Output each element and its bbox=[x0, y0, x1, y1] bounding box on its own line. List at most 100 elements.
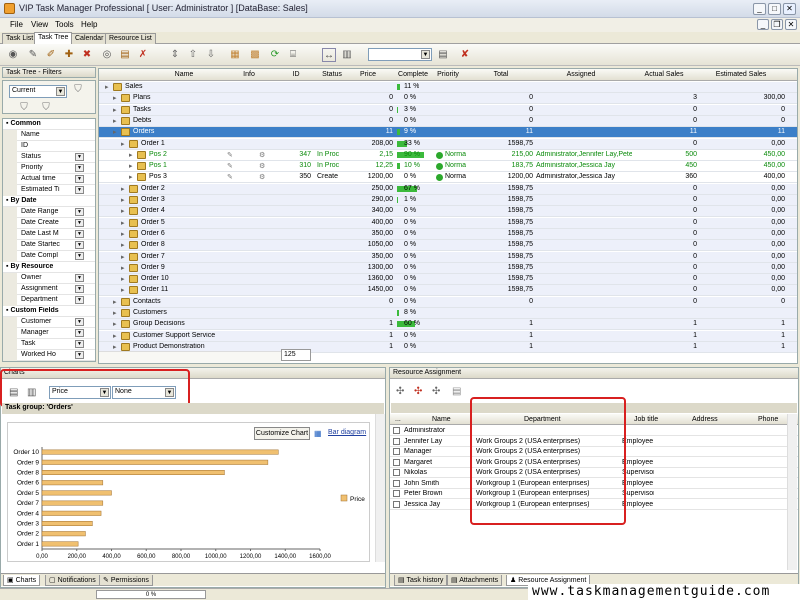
filter-row[interactable]: Assignment ▼ bbox=[3, 284, 95, 295]
table-row[interactable]: ▸ Order 11 1450,00 0 % 1598,75 0 0,00 bbox=[99, 285, 797, 297]
table-row[interactable]: ▸ Pos 1 ✎ ⚙ 310 In Proc Norma 12,25 10 % 183,75 Ad… bbox=[99, 161, 797, 173]
grid-icon[interactable]: ▦ bbox=[228, 48, 242, 62]
filter-row[interactable]: Date Last M ▼ bbox=[3, 229, 95, 240]
table-row[interactable]: ▸ Debts 0 0 % 0 0 0 bbox=[99, 115, 797, 127]
col-phone[interactable]: Phone bbox=[758, 416, 778, 423]
expand-icon[interactable]: ▸ bbox=[129, 151, 133, 159]
task-add-icon[interactable]: ✚ bbox=[62, 48, 76, 62]
move-up-down-icon[interactable]: ⇕ bbox=[168, 48, 182, 62]
filter-row[interactable]: Customer ▼ bbox=[3, 317, 95, 328]
expand-icon[interactable]: ▸ bbox=[121, 140, 125, 148]
filter-group[interactable]: ▪ Common bbox=[3, 119, 95, 130]
table-row[interactable]: ▸ Order 4 340,00 0 % 1598,75 0 0,00 bbox=[99, 206, 797, 218]
assign-checkbox[interactable] bbox=[393, 490, 400, 497]
arrow-down-icon[interactable]: ⇩ bbox=[204, 48, 218, 62]
menu-file[interactable]: File bbox=[10, 20, 23, 29]
table-row[interactable]: ▸ Order 5 400,00 0 % 1598,75 0 0,00 bbox=[99, 217, 797, 229]
mdi-close-button[interactable]: ✕ bbox=[785, 19, 797, 30]
clear-icon[interactable]: ✘ bbox=[458, 48, 472, 62]
expand-icon[interactable]: ▸ bbox=[113, 332, 117, 340]
tree-icon[interactable]: ▩ bbox=[248, 48, 262, 62]
col-res-name[interactable]: Name bbox=[432, 416, 451, 423]
minimize-button[interactable]: _ bbox=[753, 3, 766, 15]
table-row[interactable]: ▸ Order 7 350,00 0 % 1598,75 0 0,00 bbox=[99, 251, 797, 263]
print-icon[interactable]: ▥ bbox=[340, 48, 354, 62]
filter-row[interactable]: Priority ▼ bbox=[3, 163, 95, 174]
filters-view-combo[interactable]: Current ▼ bbox=[9, 85, 67, 98]
expand-icon[interactable]: ▸ bbox=[113, 128, 117, 136]
filter-add-icon[interactable]: ⛉ bbox=[17, 101, 31, 115]
assign-checkbox[interactable] bbox=[393, 437, 400, 445]
expand-icon[interactable]: ▸ bbox=[113, 94, 117, 102]
filter-row[interactable]: Date Startec ▼ bbox=[3, 240, 95, 251]
table-row[interactable]: ▸ Order 1 208,00 33 % 1598,75 0 0,00 bbox=[99, 138, 797, 150]
table-row[interactable]: ▸ Order 2 250,00 67 % 1598,75 0 0,00 bbox=[99, 183, 797, 195]
filter-row[interactable]: Date Create ▼ bbox=[3, 218, 95, 229]
expand-icon[interactable]: ▸ bbox=[121, 286, 125, 294]
table-row[interactable]: ▸ Plans 0 0 % 0 3 300,00 bbox=[99, 93, 797, 105]
expand-icon[interactable]: ▸ bbox=[113, 117, 117, 125]
chevron-down-icon[interactable]: ▼ bbox=[75, 318, 84, 326]
chevron-down-icon[interactable]: ▼ bbox=[75, 164, 84, 172]
col-estimated-sales[interactable]: Estimated Sales bbox=[711, 71, 771, 78]
expand-icon[interactable]: ▸ bbox=[129, 162, 133, 170]
col-total[interactable]: Total bbox=[479, 71, 523, 78]
expand-icon[interactable]: ▸ bbox=[121, 275, 125, 283]
table-row[interactable]: ▸ Order 10 1360,00 0 % 1598,75 0 0,00 bbox=[99, 274, 797, 286]
expand-icon[interactable]: ▸ bbox=[121, 241, 125, 249]
table-row[interactable]: ▸ Order 9 1300,00 0 % 1598,75 0 0,00 bbox=[99, 262, 797, 274]
expand-icon[interactable]: ▸ bbox=[121, 264, 125, 272]
assign-checkbox[interactable] bbox=[393, 500, 400, 508]
table-row[interactable]: ▸ Order 8 1050,00 0 % 1598,75 0 0,00 bbox=[99, 240, 797, 252]
chevron-down-icon[interactable]: ▼ bbox=[75, 285, 84, 293]
expand-icon[interactable]: ▸ bbox=[113, 309, 117, 317]
filter-row[interactable]: Name bbox=[3, 130, 95, 141]
expand-icon[interactable]: ▸ bbox=[113, 298, 117, 306]
table-row[interactable]: ▸ Group Decisions 1 60 % 1 1 1 bbox=[99, 319, 797, 331]
chevron-down-icon[interactable]: ▼ bbox=[75, 241, 84, 249]
task-new-icon[interactable]: ✎ bbox=[26, 48, 40, 62]
assign-checkbox[interactable] bbox=[393, 469, 400, 476]
table-row[interactable]: ▸ Order 3 290,00 1 % 1598,75 0 0,00 bbox=[99, 195, 797, 206]
table-row[interactable]: ▸ Order 6 350,00 0 % 1598,75 0 0,00 bbox=[99, 228, 797, 240]
arrow-up-icon[interactable]: ⇧ bbox=[186, 48, 200, 62]
refresh-icon[interactable]: ⟳ bbox=[268, 48, 282, 62]
tab-notifications[interactable]: ▢ Notifications bbox=[45, 575, 100, 586]
menu-help[interactable]: Help bbox=[81, 20, 97, 29]
chevron-down-icon[interactable]: ▼ bbox=[75, 230, 84, 238]
mdi-restore-button[interactable]: ❐ bbox=[771, 19, 783, 30]
col-address[interactable]: Address bbox=[692, 416, 718, 423]
folder-icon[interactable]: ▤ bbox=[118, 48, 132, 62]
eye-icon[interactable]: ◉ bbox=[6, 48, 20, 62]
tab-task-history[interactable]: ▤ Task history bbox=[394, 575, 448, 586]
table-row[interactable]: ▸ Contacts 0 0 % 0 0 0 bbox=[99, 296, 797, 308]
col-more[interactable]: ... bbox=[395, 416, 401, 423]
filter-row[interactable]: Worked Ho ▼ bbox=[3, 350, 95, 361]
chevron-down-icon[interactable]: ▼ bbox=[75, 252, 84, 260]
export-icon[interactable]: ▤ bbox=[436, 48, 450, 62]
tab-resource-list[interactable]: Resource List bbox=[105, 33, 156, 44]
assign-checkbox[interactable] bbox=[393, 458, 400, 466]
tab-task-list[interactable]: Task List bbox=[2, 33, 38, 44]
table-row[interactable]: ▸ Sales 11 % bbox=[99, 82, 797, 93]
task-edit-icon[interactable]: ✐ bbox=[44, 48, 58, 62]
resource-scrollbar[interactable] bbox=[787, 414, 797, 570]
col-status[interactable]: Status bbox=[317, 71, 347, 78]
tab-calendar[interactable]: Calendar bbox=[71, 33, 108, 44]
col-priority[interactable]: Priority bbox=[432, 71, 464, 78]
menu-view[interactable]: View bbox=[31, 20, 48, 29]
expand-icon[interactable]: ▸ bbox=[129, 173, 133, 181]
table-row[interactable]: ▸ Pos 2 ✎ ⚙ 347 In Proc Norma 2,15 90 % 215,00 Adm… bbox=[99, 150, 797, 161]
view-icon[interactable]: ◎ bbox=[100, 48, 114, 62]
chevron-down-icon[interactable]: ▼ bbox=[75, 219, 84, 227]
expand-icon[interactable]: ▸ bbox=[121, 196, 125, 204]
maximize-button[interactable]: □ bbox=[768, 3, 781, 15]
expand-icon[interactable]: ▸ bbox=[113, 343, 117, 351]
filter-row[interactable]: Actual time ▼ bbox=[3, 174, 95, 185]
task-delete-icon[interactable]: ✖ bbox=[80, 48, 94, 62]
col-info[interactable]: Info bbox=[219, 71, 279, 78]
table-row[interactable]: ▸ Orders 11 9 % 11 11 11 bbox=[99, 127, 797, 139]
col-actual-sales[interactable]: Actual Sales bbox=[639, 71, 689, 78]
filter-row[interactable]: Date Range ▼ bbox=[3, 207, 95, 218]
filter-row[interactable]: Date Compl ▼ bbox=[3, 251, 95, 262]
